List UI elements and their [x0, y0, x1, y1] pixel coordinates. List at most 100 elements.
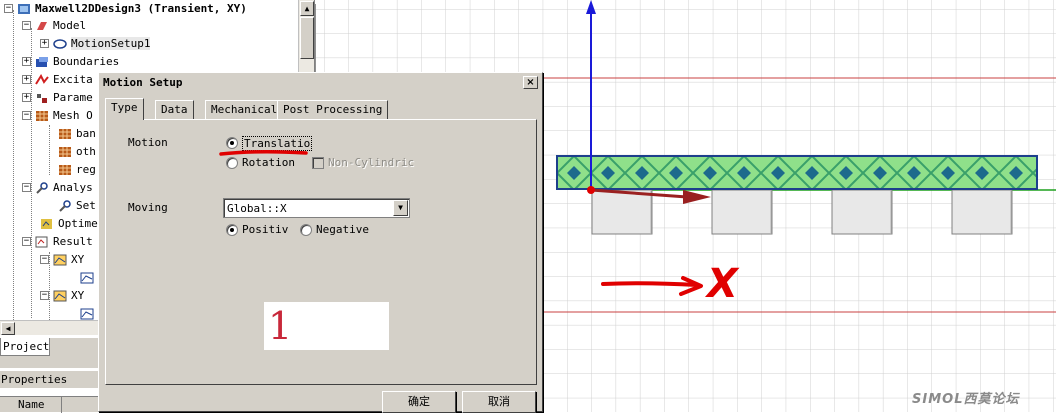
xy-plot-icon [53, 254, 67, 266]
tree-item-mesh-other[interactable]: oth [58, 143, 96, 160]
collapse-icon[interactable]: − [4, 4, 13, 13]
design-icon [17, 3, 31, 15]
annotation-note: 1 [264, 302, 389, 350]
tree-item-optimetrics[interactable]: Optime [40, 215, 98, 232]
annotation-number: 1 [268, 304, 293, 348]
scroll-thumb[interactable] [300, 17, 314, 59]
tree-item-label: Excita [53, 73, 93, 86]
tree-item-mesh-region[interactable]: reg [58, 161, 96, 178]
tab-project[interactable]: Project [0, 338, 50, 356]
non-cylindric-checkbox[interactable] [312, 157, 324, 169]
annotation-arrow [601, 281, 699, 287]
magnet-block [831, 189, 893, 235]
cancel-button[interactable]: 取消 [462, 391, 536, 413]
tree-item-label: MotionSetup1 [71, 37, 151, 50]
setup-icon [58, 199, 72, 212]
trace-icon [80, 308, 94, 320]
tree-item-xy-plot-2[interactable]: − XY [40, 287, 84, 304]
tree-item-parameters[interactable]: + Parame [22, 89, 93, 106]
model-icon [35, 20, 49, 32]
tree-item-label: Analys [53, 181, 93, 194]
properties-header: Name [0, 396, 98, 413]
expand-icon[interactable]: + [22, 93, 31, 102]
moving-direction-select[interactable]: Global::X ▼ [223, 198, 410, 218]
tree-item-label: Parame [53, 91, 93, 104]
expand-icon[interactable]: + [22, 75, 31, 84]
tree-item-label: Mesh O [53, 109, 93, 122]
motion-band[interactable] [556, 155, 1038, 190]
non-cylindric-label: Non-Cylindric [328, 156, 415, 169]
rotation-radio[interactable] [226, 157, 238, 169]
expand-icon[interactable]: + [22, 57, 31, 66]
tree-item-analysis[interactable]: − Analys [22, 179, 93, 196]
tree-root[interactable]: − Maxwell2DDesign3 (Transient, XY) [4, 0, 247, 17]
tree-item-label: Result [53, 235, 93, 248]
tree-item-mesh[interactable]: − Mesh O [22, 107, 93, 124]
tree-item-label: Set [76, 199, 96, 212]
magnet-block [591, 189, 653, 235]
negative-radio[interactable] [300, 224, 312, 236]
tree-item-results[interactable]: − Result [22, 233, 93, 250]
collapse-icon[interactable]: − [22, 21, 31, 30]
magnet-block [711, 189, 773, 235]
excitations-icon [35, 73, 49, 86]
rotation-label[interactable]: Rotation [242, 156, 295, 169]
band-icon [53, 38, 67, 50]
tree-item-boundaries[interactable]: + Boundaries [22, 53, 119, 70]
collapse-icon[interactable]: − [22, 111, 31, 120]
scroll-up-icon[interactable]: ▲ [300, 1, 314, 16]
tree-item-setup[interactable]: Set [58, 197, 96, 214]
tree-item-label: XY [71, 253, 85, 266]
magnet-block [951, 189, 1013, 235]
tree-item-label: reg [76, 163, 96, 176]
expand-icon[interactable]: + [40, 39, 49, 48]
positive-label[interactable]: Positiv [242, 223, 288, 236]
tree-item-label: oth [76, 145, 96, 158]
tree-item-model[interactable]: − Model [22, 17, 86, 34]
chevron-down-icon[interactable]: ▼ [393, 200, 408, 216]
collapse-icon[interactable]: − [22, 183, 31, 192]
tab-post-processing[interactable]: Post Processing [277, 100, 389, 119]
collapse-icon[interactable]: − [40, 255, 49, 264]
motion-setup-dialog: Motion Setup × Type Data Mechanical Post… [98, 72, 543, 413]
negative-label[interactable]: Negative [316, 223, 369, 236]
tab-data[interactable]: Data [155, 100, 194, 119]
tree-item-xy-plot-1[interactable]: − XY [40, 251, 84, 268]
tree-root-label: Maxwell2DDesign3 (Transient, XY) [35, 2, 247, 15]
mesh-icon [35, 110, 49, 122]
tab-panel-type: Motion Translatio Rotation Non-Cylindric… [105, 119, 537, 385]
scroll-left-icon[interactable]: ◀ [1, 322, 15, 335]
xy-plot-icon [53, 290, 67, 302]
tree-item-excitations[interactable]: + Excita [22, 71, 93, 88]
positive-radio[interactable] [226, 224, 238, 236]
optimetrics-icon [40, 218, 54, 230]
mesh-icon [58, 146, 72, 158]
close-icon[interactable]: × [523, 76, 538, 89]
trace-icon [80, 272, 94, 284]
moving-label: Moving [128, 201, 168, 214]
moving-direction-value: Global::X [227, 202, 287, 215]
column-name[interactable]: Name [0, 397, 62, 413]
tree-item-label: Optime [58, 217, 98, 230]
mesh-icon [58, 164, 72, 176]
boundaries-icon [35, 56, 49, 68]
tree-item-trace-1[interactable] [80, 269, 98, 286]
dialog-title[interactable]: Motion Setup [100, 74, 541, 92]
tree-item-motionsetup[interactable]: + MotionSetup1 [40, 35, 151, 52]
properties-panel-title: Properties [0, 370, 98, 388]
tree-item-label: Boundaries [53, 55, 120, 68]
mesh-icon [58, 128, 72, 140]
tab-type[interactable]: Type [105, 98, 144, 120]
ok-button[interactable]: 确定 [382, 391, 456, 413]
collapse-icon[interactable]: − [22, 237, 31, 246]
tree-item-label: ban [76, 127, 96, 140]
parameters-icon [35, 92, 49, 104]
annotation-axis-label: X [707, 261, 738, 307]
motion-label: Motion [128, 136, 168, 149]
tree-item-mesh-band[interactable]: ban [58, 125, 96, 142]
watermark: SIMOL西莫论坛 [912, 392, 1020, 407]
tree-item-label: XY [71, 289, 85, 302]
collapse-icon[interactable]: − [40, 291, 49, 300]
results-icon [35, 236, 49, 248]
tab-mechanical[interactable]: Mechanical [205, 100, 284, 119]
